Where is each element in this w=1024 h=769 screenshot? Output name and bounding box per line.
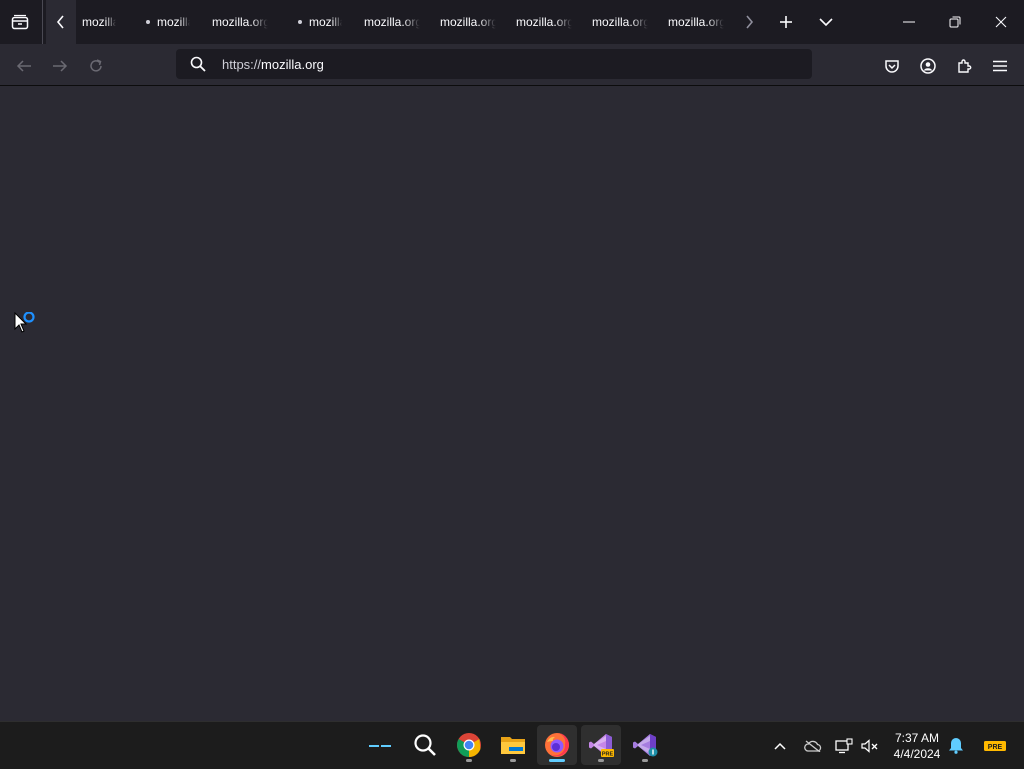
tab[interactable]: mozilla.org	[364, 10, 420, 34]
tab[interactable]: mozilla.org	[298, 10, 342, 34]
tab-strip: mozilla.org mozilla.org mozilla.org mozi…	[0, 0, 1024, 44]
pre-badge-text: PRE	[602, 752, 614, 758]
running-indicator	[642, 759, 648, 762]
scroll-tabs-left-button[interactable]	[46, 0, 76, 44]
active-indicator	[549, 759, 565, 762]
taskbar-clock[interactable]: 7:37 AM 4/4/2024	[886, 730, 948, 762]
url-bar[interactable]: https://mozilla.org	[176, 49, 812, 79]
app-menu-button[interactable]	[986, 52, 1014, 80]
minimize-button[interactable]	[886, 0, 932, 44]
onedrive-icon	[804, 739, 822, 752]
running-indicator	[466, 759, 472, 762]
network-tray[interactable]	[832, 722, 856, 769]
notification-bell-icon	[949, 738, 963, 754]
show-hidden-icons-chevron	[774, 742, 786, 750]
visual-studio-preview-icon: PRE	[589, 734, 614, 758]
tab[interactable]: mozilla.org	[440, 10, 496, 34]
tab[interactable]: mozilla.org	[592, 10, 648, 34]
tab-label: mozilla.org	[592, 15, 648, 29]
chrome-icon	[457, 733, 481, 758]
running-indicator	[598, 759, 604, 762]
firefox-view-icon	[11, 14, 29, 30]
taskbar-search-button[interactable]	[405, 725, 445, 765]
tab-label: mozilla.org	[516, 15, 572, 29]
minimize-icon	[903, 21, 915, 23]
taskbar-visual-studio[interactable]	[625, 725, 665, 765]
tab-label: mozilla.org	[440, 15, 496, 29]
scroll-tabs-left-icon	[56, 15, 64, 29]
restore-button[interactable]	[932, 0, 978, 44]
pre-badge: PRE	[982, 722, 1008, 769]
url-host: mozilla.org	[261, 57, 324, 72]
page-content	[0, 86, 1024, 721]
busy-cursor-icon	[14, 311, 38, 339]
forward-button[interactable]	[46, 52, 74, 80]
file-explorer-icon	[501, 737, 525, 754]
taskbar-firefox[interactable]	[537, 725, 577, 765]
list-all-tabs-button[interactable]	[812, 0, 840, 44]
taskbar-chrome[interactable]	[449, 725, 489, 765]
search-icon	[414, 734, 436, 756]
tab-label: mozilla.org	[157, 15, 190, 29]
pocket-button[interactable]	[878, 52, 906, 80]
tab[interactable]: mozilla.org	[516, 10, 572, 34]
firefox-icon	[545, 733, 569, 757]
running-indicator	[510, 759, 516, 762]
network-icon	[835, 737, 853, 753]
app-menu-icon	[993, 60, 1007, 72]
clock-time: 7:37 AM	[894, 731, 940, 745]
tab-label: mozilla.org	[212, 15, 268, 29]
reload-button[interactable]	[82, 52, 110, 80]
list-all-tabs-icon	[819, 18, 833, 27]
tab-label: mozilla.org	[364, 15, 420, 29]
show-hidden-icons-button[interactable]	[768, 722, 792, 769]
forward-icon	[53, 60, 68, 72]
extensions-button[interactable]	[950, 52, 978, 80]
visual-studio-icon	[633, 734, 658, 757]
account-icon	[920, 58, 936, 74]
pre-badge-label: PRE	[988, 744, 1003, 751]
account-button[interactable]	[914, 52, 942, 80]
tab[interactable]: mozilla.org	[82, 10, 116, 34]
widgets-icon	[369, 745, 391, 747]
new-tab-button[interactable]	[772, 0, 800, 44]
reload-icon	[90, 59, 102, 72]
tab[interactable]: mozilla.org	[146, 10, 190, 34]
taskbar: PRE 7:37 AM 4/4/2024 PRE	[0, 721, 1024, 769]
tab-label: mozilla.org	[309, 15, 342, 29]
tabstrip-divider	[42, 0, 43, 44]
pre-badge-icon: PRE	[984, 740, 1006, 751]
volume-muted-icon	[861, 738, 878, 753]
clock-date: 4/4/2024	[893, 747, 941, 761]
volume-tray[interactable]	[858, 722, 882, 769]
taskbar-file-explorer[interactable]	[493, 725, 533, 765]
scroll-tabs-right-icon	[746, 15, 754, 29]
url-protocol: https://	[222, 57, 262, 72]
new-tab-icon	[780, 16, 792, 28]
back-icon	[16, 60, 31, 72]
taskbar-visual-studio-preview[interactable]: PRE	[581, 725, 621, 765]
extensions-icon	[958, 59, 972, 73]
widgets-button[interactable]	[360, 725, 400, 765]
onedrive-tray[interactable]	[800, 722, 826, 769]
restore-icon	[949, 16, 961, 28]
tab[interactable]: mozilla.org	[212, 10, 268, 34]
scroll-tabs-right-button[interactable]	[736, 0, 762, 44]
tab-attention-dot	[146, 20, 150, 24]
tab[interactable]: mozilla.org	[668, 10, 724, 34]
back-button[interactable]	[10, 52, 38, 80]
close-icon	[995, 16, 1007, 28]
search-icon	[190, 56, 206, 72]
close-window-button[interactable]	[978, 0, 1024, 44]
tab-attention-dot	[298, 20, 302, 24]
tab-label: mozilla.org	[82, 15, 116, 29]
url-text[interactable]: https://mozilla.org	[222, 57, 324, 72]
pocket-icon	[885, 59, 899, 73]
tab-label: mozilla.org	[668, 15, 724, 29]
notification-center-button[interactable]	[946, 722, 966, 769]
firefox-view-button[interactable]	[6, 0, 34, 44]
